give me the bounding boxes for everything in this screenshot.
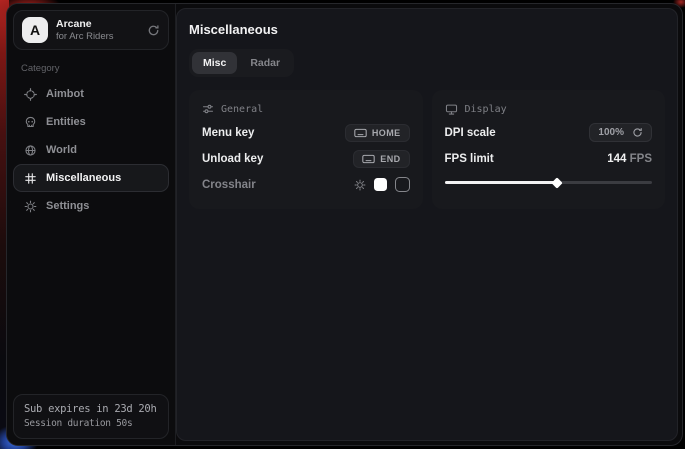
crosshair-controls: [354, 177, 410, 192]
display-panel: Display DPI scale 100%: [432, 90, 666, 209]
general-panel-title: General: [221, 104, 263, 115]
sidebar-item-settings[interactable]: Settings: [13, 192, 169, 220]
keyboard-icon: [354, 128, 367, 138]
sidebar-item-label: Miscellaneous: [46, 172, 121, 184]
unload-key-value: END: [380, 154, 400, 164]
unload-key-row: Unload key END: [202, 147, 410, 170]
sidebar-item-label: Aimbot: [46, 88, 84, 100]
crosshair-label: Crosshair: [202, 179, 256, 191]
globe-icon: [23, 144, 37, 157]
app-logo-letter: A: [30, 22, 40, 38]
tab-radar[interactable]: Radar: [239, 52, 291, 74]
crosshair-row: Crosshair: [202, 173, 410, 196]
tab-misc[interactable]: Misc: [192, 52, 237, 74]
sidebar-item-aimbot[interactable]: Aimbot: [13, 80, 169, 108]
refresh-icon[interactable]: [147, 24, 160, 37]
sub-expiry-text: Sub expires in 23d 20h: [24, 403, 158, 415]
hash-grid-icon: [23, 172, 37, 185]
app-name: Arcane: [56, 18, 114, 31]
tab-bar: Misc Radar: [189, 49, 294, 77]
crosshair-icon: [23, 88, 37, 101]
menu-key-bind-button[interactable]: HOME: [345, 124, 410, 142]
app-identity: Arcane for Arc Riders: [56, 18, 114, 43]
app-logo: A: [22, 17, 48, 43]
page-title: Miscellaneous: [189, 22, 665, 37]
panels-row: General Menu key HOME: [189, 90, 665, 209]
sidebar-item-miscellaneous[interactable]: Miscellaneous: [13, 164, 169, 192]
sliders-icon: [202, 103, 214, 115]
dpi-scale-control[interactable]: 100%: [589, 123, 652, 142]
fps-limit-slider[interactable]: [445, 178, 653, 187]
fps-slider-fill: [445, 181, 557, 184]
category-label: Category: [21, 63, 161, 74]
fps-number: 144: [607, 153, 626, 165]
skull-icon: [23, 116, 37, 129]
sidebar-item-world[interactable]: World: [13, 136, 169, 164]
fps-slider-thumb[interactable]: [551, 177, 562, 188]
main-area: Miscellaneous Misc Radar Gene: [176, 4, 682, 445]
main-content: Miscellaneous Misc Radar Gene: [176, 8, 678, 441]
dpi-scale-value: 100%: [598, 127, 624, 138]
monitor-icon: [445, 103, 458, 116]
fps-limit-row: FPS limit 144 FPS: [445, 147, 653, 170]
app-subtitle: for Arc Riders: [56, 31, 114, 43]
menu-key-label: Menu key: [202, 127, 254, 139]
general-panel: General Menu key HOME: [189, 90, 423, 209]
sidebar-nav: Aimbot Entities: [13, 80, 169, 220]
sidebar: A Arcane for Arc Riders Category: [7, 4, 176, 445]
menu-key-row: Menu key HOME: [202, 121, 410, 144]
sidebar-item-entities[interactable]: Entities: [13, 108, 169, 136]
fps-limit-label: FPS limit: [445, 153, 494, 165]
dpi-scale-label: DPI scale: [445, 127, 496, 139]
gear-icon: [23, 200, 37, 213]
subscription-status-card: Sub expires in 23d 20h Session duration …: [13, 394, 169, 439]
profile-card: A Arcane for Arc Riders: [13, 10, 169, 50]
app-window: A Arcane for Arc Riders Category: [6, 3, 683, 446]
crosshair-checkbox[interactable]: [395, 177, 410, 192]
unload-key-bind-button[interactable]: END: [353, 150, 409, 168]
sidebar-item-label: World: [46, 144, 77, 156]
unload-key-label: Unload key: [202, 153, 263, 165]
cycle-icon: [632, 127, 643, 138]
dpi-scale-row: DPI scale 100%: [445, 121, 653, 144]
sidebar-item-label: Entities: [46, 116, 86, 128]
session-duration-text: Session duration 50s: [24, 418, 158, 429]
sidebar-item-label: Settings: [46, 200, 89, 212]
display-panel-header: Display: [445, 100, 653, 118]
general-panel-header: General: [202, 100, 410, 118]
fps-limit-value: 144 FPS: [607, 153, 652, 165]
crosshair-color-swatch[interactable]: [374, 178, 387, 191]
fps-unit: FPS: [630, 153, 652, 165]
keyboard-icon: [362, 154, 375, 164]
menu-key-value: HOME: [372, 128, 401, 138]
display-panel-title: Display: [465, 104, 507, 115]
crosshair-settings-gear-icon[interactable]: [354, 179, 366, 191]
